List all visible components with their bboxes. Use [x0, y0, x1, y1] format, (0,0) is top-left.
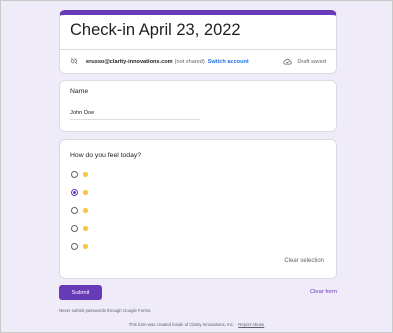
created-text: This form was created inside of Clarity … [128, 322, 235, 327]
smiley-emoji-icon [83, 172, 88, 177]
feel-option-4[interactable] [71, 225, 88, 232]
feel-option-5[interactable] [71, 243, 88, 250]
radio-button-selected[interactable] [71, 189, 78, 196]
not-shared-note: (not shared) [174, 59, 205, 65]
feel-option-3[interactable] [71, 207, 88, 214]
radio-button[interactable] [71, 243, 78, 250]
name-input[interactable]: John Doe [70, 110, 200, 120]
feel-question-card: How do you feel today? Clear selection [59, 139, 337, 279]
eye-off-icon [70, 57, 78, 67]
clear-form-button[interactable]: Clear form [310, 289, 337, 295]
clear-selection-button[interactable]: Clear selection [284, 258, 324, 264]
header-divider [60, 49, 336, 50]
smiley-emoji-icon [83, 244, 88, 249]
account-email: erusso@clarity-innovations.com [86, 59, 173, 65]
radio-button[interactable] [71, 171, 78, 178]
radio-button[interactable] [71, 225, 78, 232]
feel-option-2[interactable] [71, 189, 88, 196]
report-abuse-link[interactable]: Report Abuse [238, 322, 264, 327]
draft-status: Draft saved [283, 58, 326, 67]
form-title: Check-in April 23, 2022 [70, 21, 241, 39]
feel-question-label: How do you feel today? [70, 152, 142, 159]
smiley-emoji-icon [83, 226, 88, 231]
password-notice: Never submit passwords through Google Fo… [59, 308, 152, 313]
smiley-emoji-icon [83, 190, 88, 195]
form-header-card: Check-in April 23, 2022 erusso@clarity-i… [59, 10, 337, 74]
switch-account-link[interactable]: Switch account [208, 59, 249, 65]
submit-button[interactable]: Submit [59, 285, 102, 300]
footer: This form was created inside of Clarity … [0, 322, 393, 327]
draft-saved-text: Draft saved [297, 59, 326, 65]
smiley-emoji-icon [83, 208, 88, 213]
cloud-done-icon [283, 58, 292, 67]
name-question-card: Name John Doe [59, 80, 337, 132]
account-row: erusso@clarity-innovations.com (not shar… [70, 54, 326, 70]
radio-button[interactable] [71, 207, 78, 214]
feel-option-1[interactable] [71, 171, 88, 178]
name-question-label: Name [70, 88, 89, 95]
